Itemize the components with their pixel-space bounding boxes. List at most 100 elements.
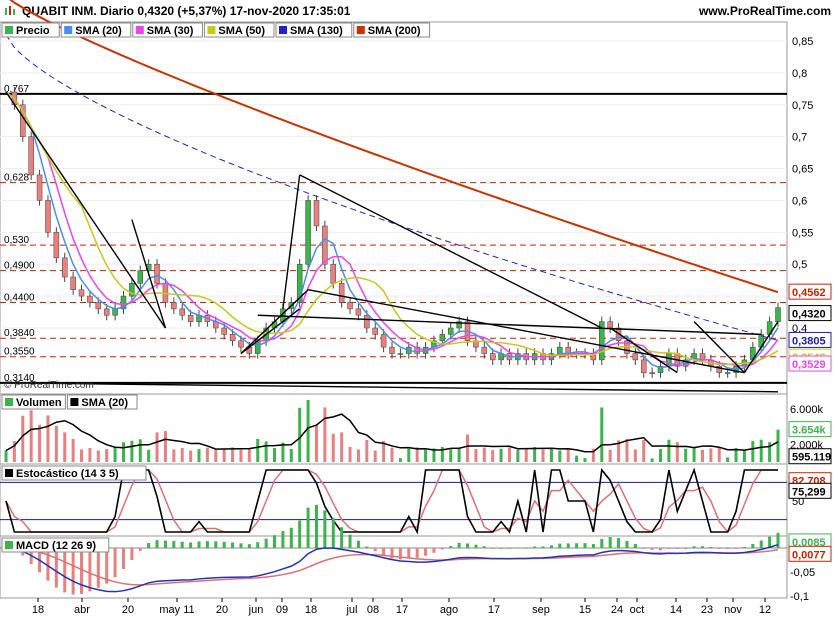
macd-histogram-bar bbox=[440, 548, 444, 550]
macd-histogram-bar bbox=[717, 548, 721, 549]
price-tick-label: 0,7 bbox=[792, 132, 807, 144]
volume-bar bbox=[121, 442, 125, 462]
macd-histogram-bar bbox=[163, 540, 167, 548]
macd-histogram-bar bbox=[121, 548, 125, 570]
price-tick-label: 0,55 bbox=[792, 227, 813, 239]
candle bbox=[171, 302, 177, 310]
candle bbox=[640, 359, 647, 373]
volume-sma20-line bbox=[5, 413, 779, 453]
candle bbox=[28, 136, 34, 176]
price-grid bbox=[0, 40, 787, 329]
volume-bar bbox=[558, 450, 562, 462]
volume-bar bbox=[130, 440, 134, 462]
volume-legend-swatch bbox=[5, 398, 13, 406]
macd-histogram-bar bbox=[709, 547, 713, 549]
watermark: © ProRealTime.com bbox=[4, 380, 94, 391]
macd-histogram-bar bbox=[180, 541, 184, 548]
macd-histogram-bar bbox=[306, 507, 310, 548]
volume-bar bbox=[507, 447, 511, 462]
volume-tick-label: 6.000k bbox=[790, 404, 824, 416]
candle bbox=[53, 232, 60, 259]
macd-histogram-bar bbox=[575, 543, 579, 548]
macd-histogram-bar bbox=[516, 547, 520, 549]
candle bbox=[322, 225, 328, 265]
volume-bar bbox=[197, 449, 201, 462]
macd-histogram-bar bbox=[340, 527, 344, 548]
candle bbox=[179, 308, 185, 316]
level-label: 0,628 bbox=[4, 173, 29, 184]
volume-bar bbox=[466, 434, 470, 462]
macd-histogram-bar bbox=[482, 546, 486, 548]
macd-histogram-bar bbox=[650, 548, 654, 550]
macd-histogram-bar bbox=[281, 531, 285, 548]
macd-histogram-bar bbox=[273, 535, 277, 548]
macd-histogram-bar bbox=[155, 540, 159, 548]
price-tick-label: 0,5 bbox=[792, 259, 807, 271]
volume-bar bbox=[474, 449, 478, 462]
price-badge: 0,4562 bbox=[792, 287, 826, 299]
volume-bar bbox=[398, 458, 402, 462]
candle bbox=[95, 302, 102, 310]
candle bbox=[364, 314, 370, 329]
volume-bar bbox=[214, 450, 218, 462]
price-tick-label: 0,8 bbox=[792, 68, 807, 80]
candle bbox=[45, 200, 51, 233]
macd-histogram-bar bbox=[625, 540, 629, 548]
volume-bar bbox=[239, 449, 243, 462]
price-legend-swatch bbox=[5, 26, 13, 34]
volume-bar bbox=[96, 450, 100, 462]
volume-bar bbox=[189, 450, 193, 462]
price-legend-swatch bbox=[135, 26, 144, 34]
volume-bar bbox=[147, 449, 151, 462]
volume-badge: 595.119 bbox=[792, 452, 831, 464]
macd-histogram-bar bbox=[373, 548, 377, 552]
volume-bar bbox=[692, 447, 696, 462]
macd-histogram-bar bbox=[474, 544, 478, 548]
macd-histogram-bar bbox=[675, 548, 679, 549]
trend-line bbox=[257, 314, 762, 336]
volume-bar bbox=[659, 449, 663, 462]
macd-histogram-bar bbox=[617, 538, 621, 548]
macd-histogram-bar bbox=[54, 548, 58, 588]
moving-averages bbox=[5, 0, 779, 371]
volume-bar bbox=[105, 449, 109, 462]
macd-histogram-bar bbox=[633, 543, 637, 548]
volume-bar bbox=[633, 449, 637, 462]
volume-bar bbox=[491, 450, 495, 462]
volume-bar bbox=[700, 449, 704, 462]
volume-legend-label: Volumen bbox=[16, 397, 62, 409]
macd-tick-label: -0,05 bbox=[790, 567, 815, 579]
x-tick-label: may 11 bbox=[159, 604, 194, 616]
x-tick-label: sep bbox=[532, 604, 550, 616]
volume-bar bbox=[29, 410, 33, 462]
volume-bar bbox=[247, 448, 251, 462]
macd-histogram-bar bbox=[457, 542, 461, 548]
x-tick-label: 24 bbox=[611, 604, 623, 616]
macd-badge: 0,0077 bbox=[792, 549, 826, 561]
x-tick-label: jun bbox=[248, 604, 264, 616]
volume-bar bbox=[113, 447, 117, 462]
volume-bar bbox=[717, 446, 721, 462]
macd-histogram-bar bbox=[549, 545, 553, 548]
macd-histogram-bar bbox=[734, 548, 738, 549]
volume-bar bbox=[88, 448, 92, 462]
macd-histogram-bar bbox=[63, 548, 67, 593]
volume-bar bbox=[205, 447, 209, 462]
macd-histogram-bar bbox=[96, 548, 100, 588]
price-lines: 0,7670,6280,5300,49000,44000,38400,35500… bbox=[0, 84, 787, 384]
macd-histogram-bar bbox=[88, 548, 92, 592]
legends: Precio SMA (20) SMA (30) SMA (50) SMA (130) S… bbox=[1, 22, 431, 553]
macd-histogram-bar bbox=[600, 539, 604, 548]
x-tick-label: 20 bbox=[122, 604, 134, 616]
volume-bar bbox=[575, 455, 579, 462]
macd-histogram-bar bbox=[541, 546, 545, 548]
x-tick-label: 09 bbox=[276, 604, 288, 616]
macd-legend-label: MACD (12 26 9) bbox=[16, 540, 96, 552]
volume-bar bbox=[264, 441, 268, 462]
x-tick-label: 14 bbox=[670, 604, 682, 616]
macd-histogram-bar bbox=[298, 520, 302, 548]
candle bbox=[154, 263, 160, 284]
price-legend-label: SMA (50) bbox=[218, 25, 265, 37]
volume-bar bbox=[71, 438, 75, 462]
candle bbox=[607, 321, 613, 329]
